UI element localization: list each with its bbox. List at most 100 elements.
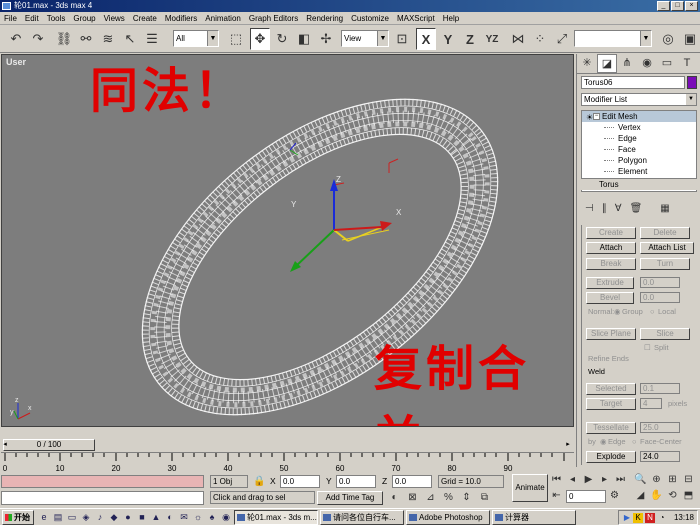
angle-snap-icon[interactable]: ⊿: [424, 491, 437, 504]
slice-plane-button[interactable]: Slice Plane: [586, 328, 636, 340]
percent-snap-icon[interactable]: %: [442, 491, 455, 504]
quicklaunch-explorer-icon[interactable]: ▤: [52, 511, 64, 523]
time-configuration-icon[interactable]: ⚙: [608, 489, 621, 502]
undo-icon[interactable]: ↶: [6, 28, 26, 50]
bind-spacewarp-icon[interactable]: ≋: [98, 28, 118, 50]
stack-sub-face[interactable]: Face: [582, 144, 696, 155]
radio-group-icon[interactable]: ◉: [614, 307, 621, 316]
weld-threshold-spinner[interactable]: 0.1: [640, 383, 680, 394]
array-icon[interactable]: ⁘: [530, 28, 550, 50]
maxscript-listener-mini[interactable]: [1, 475, 204, 488]
motion-tab-icon[interactable]: ◉: [637, 54, 657, 73]
extrude-spinner[interactable]: 0.0: [640, 277, 680, 288]
object-name-field[interactable]: Torus06: [581, 76, 685, 89]
select-by-name-icon[interactable]: ☰: [142, 28, 162, 50]
attach-button[interactable]: Attach: [586, 242, 636, 254]
pin-stack-icon[interactable]: ⊣: [585, 203, 594, 214]
pivot-center-icon[interactable]: ⊡: [392, 28, 412, 50]
menu-animation[interactable]: Animation: [201, 14, 245, 23]
next-frame-arrow-icon[interactable]: ▸: [563, 439, 573, 451]
quicklaunch-desktop-icon[interactable]: ▭: [66, 511, 78, 523]
extrude-button[interactable]: Extrude: [586, 277, 634, 289]
object-color-swatch[interactable]: [687, 76, 697, 89]
menu-customize[interactable]: Customize: [347, 14, 393, 23]
menu-help[interactable]: Help: [439, 14, 463, 23]
quicklaunch-app-icon[interactable]: ◐: [164, 511, 176, 523]
weld-selected-button[interactable]: Selected: [586, 383, 636, 395]
current-frame-field[interactable]: 0: [566, 490, 606, 503]
lock-selection-icon[interactable]: 🔒: [253, 475, 266, 488]
stack-sub-vertex[interactable]: Vertex: [582, 122, 696, 133]
spinner-snap-icon[interactable]: ⇕: [460, 491, 473, 504]
move-icon[interactable]: ✥: [250, 28, 270, 50]
make-unique-icon[interactable]: ∀: [615, 203, 622, 214]
modifier-list-dropdown[interactable]: Modifier List ▼: [581, 93, 697, 106]
radio-edge-icon[interactable]: ◉: [600, 437, 607, 446]
scale-icon[interactable]: ◧: [294, 28, 314, 50]
play-icon[interactable]: ▶: [582, 473, 595, 486]
quicklaunch-app-icon[interactable]: ✉: [178, 511, 190, 523]
degradation-override-icon[interactable]: ◐: [388, 491, 401, 504]
go-to-start-icon[interactable]: ⏮: [550, 473, 563, 486]
close-button[interactable]: ×: [685, 1, 698, 11]
bevel-button[interactable]: Bevel: [586, 292, 634, 304]
quicklaunch-app-icon[interactable]: ■: [136, 511, 148, 523]
field-of-view-icon[interactable]: ◢: [634, 489, 647, 502]
previous-frame-icon[interactable]: ◂: [566, 473, 579, 486]
z-coordinate-field[interactable]: 0.0: [392, 475, 432, 488]
maximize-button[interactable]: □: [671, 1, 684, 11]
prev-frame-arrow-icon[interactable]: ◂: [0, 439, 10, 451]
restrict-yz-button[interactable]: YZ: [482, 28, 502, 50]
task-browser[interactable]: 请问各位自行车...: [320, 510, 404, 525]
collapse-icon[interactable]: −: [593, 113, 600, 120]
redo-icon[interactable]: ↷: [28, 28, 48, 50]
restrict-y-button[interactable]: Y: [438, 28, 458, 50]
menu-file[interactable]: File: [0, 14, 21, 23]
quicklaunch-app-icon[interactable]: ◆: [108, 511, 120, 523]
add-time-tag-button[interactable]: Add Time Tag: [317, 491, 383, 505]
quicklaunch-app-icon[interactable]: ◈: [80, 511, 92, 523]
turn-button[interactable]: Turn: [640, 258, 690, 270]
menu-graph-editors[interactable]: Graph Editors: [245, 14, 302, 23]
arc-rotate-icon[interactable]: ⟲: [666, 489, 679, 502]
rotate-icon[interactable]: ↻: [272, 28, 292, 50]
maximize-viewport-icon[interactable]: ⬒: [682, 489, 695, 502]
y-coordinate-field[interactable]: 0.0: [336, 475, 376, 488]
key-mode-icon[interactable]: ⇤: [550, 489, 563, 502]
remove-modifier-icon[interactable]: 🗑: [630, 203, 643, 214]
explode-spinner[interactable]: 24.0: [640, 451, 680, 462]
window-crossing-icon[interactable]: ⧉: [478, 491, 491, 504]
delete-button[interactable]: Delete: [640, 227, 690, 239]
select-object-icon[interactable]: ↖: [120, 28, 140, 50]
menu-rendering[interactable]: Rendering: [302, 14, 347, 23]
quicklaunch-app-icon[interactable]: ●: [122, 511, 134, 523]
task-3dsmax[interactable]: 轮01.max - 3ds m...: [234, 510, 318, 525]
menu-modifiers[interactable]: Modifiers: [161, 14, 201, 23]
radio-face-center-icon[interactable]: ○: [632, 437, 637, 446]
bevel-spinner[interactable]: 0.0: [640, 292, 680, 303]
weld-pixels-spinner[interactable]: 4: [640, 398, 662, 409]
zoom-extents-icon[interactable]: ⊞: [666, 473, 679, 486]
task-calculator[interactable]: 计算器: [492, 510, 576, 525]
menu-group[interactable]: Group: [69, 14, 99, 23]
quicklaunch-ie-icon[interactable]: e: [38, 511, 50, 523]
stack-item-edit-mesh[interactable]: ☀ − Edit Mesh: [582, 111, 696, 122]
restrict-z-button[interactable]: Z: [460, 28, 480, 50]
quicklaunch-media-icon[interactable]: ♪: [94, 511, 106, 523]
mirror-icon[interactable]: ⋈: [508, 28, 528, 50]
stack-sub-edge[interactable]: Edge: [582, 133, 696, 144]
stack-sub-polygon[interactable]: Polygon: [582, 155, 696, 166]
break-button[interactable]: Break: [586, 258, 636, 270]
snap-toggle-icon[interactable]: ⊠: [406, 491, 419, 504]
tessellate-spinner[interactable]: 25.0: [640, 422, 680, 433]
menu-edit[interactable]: Edit: [21, 14, 43, 23]
stack-item-torus[interactable]: Torus: [581, 178, 697, 190]
select-region-icon[interactable]: ⬚: [226, 28, 246, 50]
tray-antivirus-icon[interactable]: N: [645, 513, 655, 523]
stack-sub-element[interactable]: Element: [582, 166, 696, 177]
maxscript-input-mini[interactable]: [1, 491, 204, 505]
select-manipulate-icon[interactable]: ✢: [316, 28, 336, 50]
zoom-icon[interactable]: 🔍: [634, 473, 647, 486]
reference-coordinate-dropdown[interactable]: View ▼: [341, 30, 389, 47]
explode-button[interactable]: Explode: [586, 451, 636, 463]
